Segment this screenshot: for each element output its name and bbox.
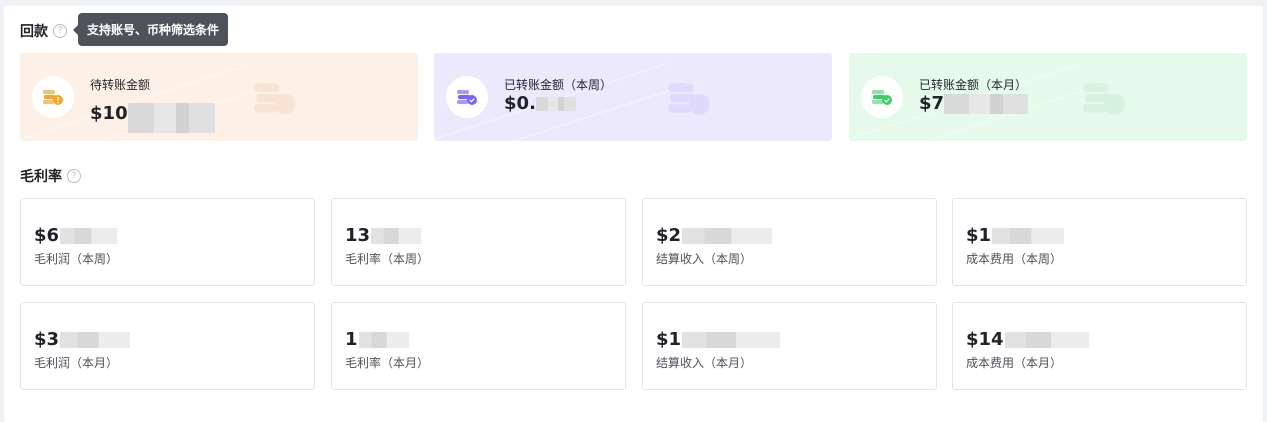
metric-value-text: $3	[34, 329, 60, 350]
metric-value: $6	[34, 225, 118, 246]
masked-value	[944, 93, 1029, 114]
coins-check-icon	[872, 90, 892, 105]
help-icon[interactable]: ?	[53, 24, 67, 38]
masked-value	[682, 227, 773, 244]
metric-value-text: $14	[966, 329, 1004, 350]
metric-value-text: $6	[34, 225, 60, 246]
coins-bg-icon	[1083, 83, 1125, 115]
metric-value-text: 1	[345, 329, 358, 350]
metric-value-text: $1	[966, 225, 992, 246]
settlement-income-month-card: $1 结算收入（本月）	[642, 302, 937, 390]
transferred-week-card: 已转账金额（本周） $0.	[434, 53, 832, 141]
pending-transfer-value: $1 0	[90, 93, 215, 133]
metric-value-text: 13	[345, 225, 371, 246]
transferred-week-value: $0.	[504, 93, 576, 114]
pending-transfer-label: 待转账金额	[90, 78, 151, 92]
metric-value-text: $1	[656, 329, 682, 350]
help-icon[interactable]: ?	[67, 169, 81, 183]
pending-transfer-card: 待转账金额 $1 0	[20, 53, 418, 141]
pending-transfer-icon-wrap	[32, 76, 74, 118]
masked-value	[371, 227, 422, 244]
masked-value	[1004, 331, 1089, 348]
cost-expense-month-card: $14 成本费用（本月）	[952, 302, 1247, 390]
metric-value-text: $2	[656, 225, 682, 246]
metric-value: 1	[345, 329, 409, 350]
metric-label: 结算收入（本周）	[656, 252, 753, 266]
transferred-month-value: $7	[919, 93, 1029, 114]
coins-bg-icon	[668, 83, 710, 115]
transferred-week-value-text: $0	[504, 93, 530, 114]
metric-label: 毛利润（本月）	[34, 356, 119, 370]
masked-value	[682, 331, 781, 348]
cost-expense-week-card: $1 成本费用（本周）	[952, 198, 1247, 286]
masked-value	[535, 96, 576, 111]
transferred-month-card: 已转账金额（本月） $7	[849, 53, 1247, 141]
gross-margin-title: 毛利率	[20, 169, 62, 185]
gross-margin-section-title: 毛利率 ?	[20, 166, 81, 186]
metric-value: $3	[34, 329, 131, 350]
settlement-income-week-card: $2 结算收入（本周）	[642, 198, 937, 286]
transferred-week-value-suffix: .	[529, 93, 536, 114]
coins-check-icon	[457, 90, 477, 105]
gross-profit-month-card: $3 毛利润（本月）	[20, 302, 315, 390]
payback-tooltip: 支持账号、币种筛选条件	[72, 13, 229, 46]
metric-value: $14	[966, 329, 1089, 350]
coins-warning-bg-icon	[254, 83, 296, 115]
gross-margin-week-card: 13 毛利率（本周）	[331, 198, 626, 286]
transferred-week-icon-wrap	[446, 76, 488, 118]
metric-value: $1	[966, 225, 1065, 246]
gross-profit-week-card: $6 毛利润（本周）	[20, 198, 315, 286]
metric-label: 毛利率（本月）	[345, 356, 430, 370]
metric-value: $2	[656, 225, 773, 246]
transferred-month-icon-wrap	[861, 76, 903, 118]
transferred-week-label: 已转账金额（本周）	[504, 78, 613, 92]
payback-section-title: 回款 ?	[20, 21, 67, 41]
pending-transfer-value-text: $1	[90, 102, 116, 124]
masked-value	[358, 331, 409, 348]
metric-label: 结算收入（本月）	[656, 356, 753, 370]
metric-value: 13	[345, 225, 422, 246]
pending-transfer-value-suffix: 0	[115, 102, 128, 124]
metric-label: 毛利润（本周）	[34, 252, 119, 266]
transferred-month-label: 已转账金额（本月）	[919, 78, 1028, 92]
gross-margin-month-card: 1 毛利率（本月）	[331, 302, 626, 390]
masked-value	[60, 227, 118, 244]
transferred-month-value-text: $7	[919, 93, 945, 114]
masked-value	[60, 331, 131, 348]
metric-label: 毛利率（本周）	[345, 252, 430, 266]
metric-value: $1	[656, 329, 781, 350]
payback-title: 回款	[20, 24, 48, 40]
metric-label: 成本费用（本周）	[966, 252, 1063, 266]
metric-label: 成本费用（本月）	[966, 356, 1063, 370]
coins-warning-icon	[43, 90, 63, 105]
masked-value	[127, 103, 215, 133]
masked-value	[992, 227, 1065, 244]
